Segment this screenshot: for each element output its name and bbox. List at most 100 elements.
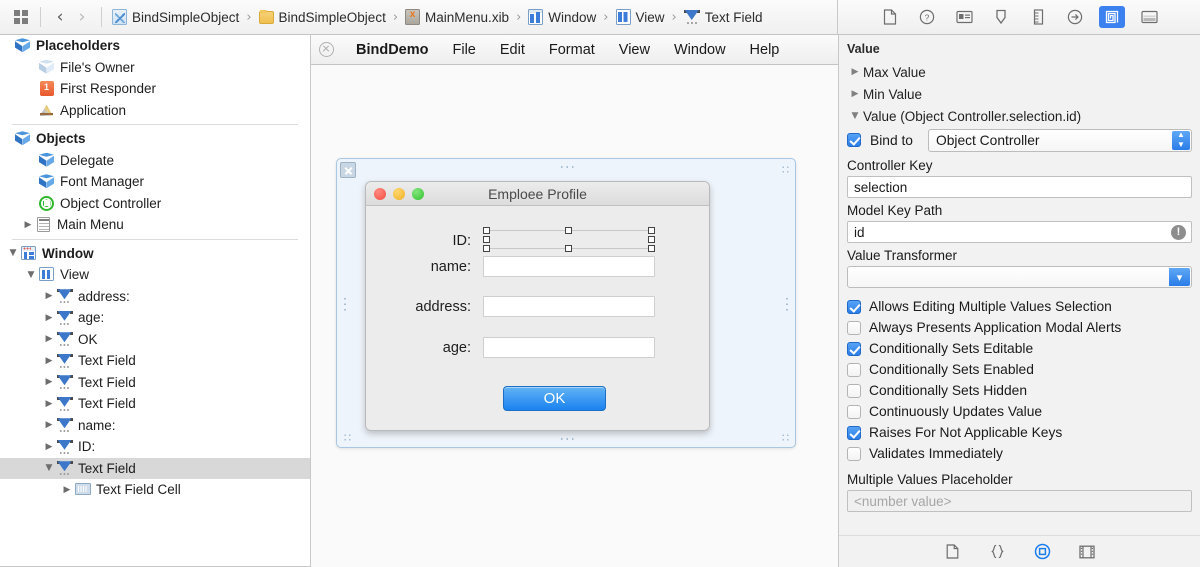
close-button-icon[interactable] bbox=[374, 188, 386, 200]
breadcrumb-item-project[interactable]: BindSimpleObject bbox=[110, 5, 241, 29]
chevron-down-icon[interactable]: ▾ bbox=[1169, 268, 1190, 286]
minimize-button-icon[interactable] bbox=[393, 188, 405, 200]
back-button[interactable]: ‹ bbox=[49, 5, 71, 29]
row-value-binding[interactable]: ▼ Value (Object Controller.selection.id) bbox=[839, 105, 1200, 127]
frame-grip-bottom-left[interactable] bbox=[343, 433, 351, 441]
media-library-icon[interactable] bbox=[1076, 541, 1098, 563]
chevron-down-icon[interactable]: ▼ bbox=[42, 461, 56, 475]
option-validates-immediately[interactable]: Validates Immediately bbox=[839, 443, 1200, 464]
bind-to-checkbox[interactable] bbox=[847, 133, 861, 147]
outline-item-name[interactable]: ▶ name: bbox=[0, 415, 310, 437]
row-max-value[interactable]: ▶ Max Value bbox=[839, 61, 1200, 83]
document-outline-sidebar[interactable]: Placeholders File's Owner First Responde… bbox=[0, 35, 311, 567]
bindings-inspector-icon[interactable] bbox=[1099, 6, 1125, 28]
chevron-right-icon[interactable]: ▶ bbox=[42, 418, 56, 432]
ok-button[interactable]: OK bbox=[503, 386, 606, 411]
outline-item-files-owner[interactable]: File's Owner bbox=[0, 57, 310, 79]
option-conditionally-sets-editable[interactable]: Conditionally Sets Editable bbox=[839, 338, 1200, 359]
checkbox[interactable] bbox=[847, 446, 861, 461]
chevron-down-icon[interactable]: ▼ bbox=[847, 111, 863, 121]
checkbox[interactable] bbox=[847, 362, 861, 377]
chevron-right-icon[interactable]: ▶ bbox=[60, 483, 74, 497]
outline-item-window[interactable]: ▼ Window bbox=[0, 243, 310, 265]
outline-item-font-manager[interactable]: Font Manager bbox=[0, 171, 310, 193]
frame-grip-bottom[interactable] bbox=[559, 437, 575, 441]
menu-item-help[interactable]: Help bbox=[738, 42, 792, 58]
attributes-inspector-icon[interactable] bbox=[988, 6, 1014, 28]
checkbox[interactable] bbox=[847, 320, 861, 335]
breadcrumb-item-folder[interactable]: BindSimpleObject bbox=[257, 5, 388, 29]
code-snippet-icon[interactable] bbox=[986, 541, 1008, 563]
file-template-icon[interactable] bbox=[941, 541, 963, 563]
outline-item-address[interactable]: ▶ address: bbox=[0, 286, 310, 308]
frame-close-badge-icon[interactable] bbox=[340, 162, 356, 178]
model-key-path-input[interactable]: id ! bbox=[847, 221, 1192, 243]
warning-icon[interactable]: ! bbox=[1171, 225, 1186, 240]
chevron-right-icon[interactable]: ▶ bbox=[21, 218, 35, 232]
object-library-icon[interactable] bbox=[1031, 541, 1053, 563]
size-inspector-icon[interactable] bbox=[1025, 6, 1051, 28]
outline-item-main-menu[interactable]: ▶ Main Menu bbox=[0, 214, 310, 236]
name-text-field[interactable] bbox=[483, 256, 655, 277]
checkbox[interactable] bbox=[847, 404, 861, 419]
bind-to-row[interactable]: Bind to Object Controller ▲ ▼ bbox=[839, 127, 1200, 153]
address-text-field[interactable] bbox=[483, 296, 655, 317]
outline-item-age[interactable]: ▶ age: bbox=[0, 307, 310, 329]
outline-item-application[interactable]: Application bbox=[0, 100, 310, 122]
outline-item-text-field-3[interactable]: ▶ Text Field bbox=[0, 393, 310, 415]
chevron-right-icon[interactable]: ▶ bbox=[847, 67, 863, 77]
outline-item-text-field-selected[interactable]: ▼ Text Field bbox=[0, 457, 310, 479]
outline-item-view[interactable]: ▼ View bbox=[0, 264, 310, 286]
connections-inspector-icon[interactable] bbox=[1062, 6, 1088, 28]
frame-grip-top-right[interactable] bbox=[781, 165, 789, 173]
file-inspector-icon[interactable] bbox=[877, 6, 903, 28]
chevron-right-icon[interactable]: ▶ bbox=[42, 354, 56, 368]
chevron-down-icon[interactable]: ▼ bbox=[6, 246, 20, 260]
close-icon[interactable] bbox=[319, 42, 334, 57]
menu-item-format[interactable]: Format bbox=[537, 42, 607, 58]
menu-item-view[interactable]: View bbox=[607, 42, 662, 58]
chevron-right-icon[interactable]: ▶ bbox=[42, 289, 56, 303]
chevron-right-icon[interactable]: ▶ bbox=[847, 89, 863, 99]
outline-item-object-controller[interactable]: Object Controller bbox=[0, 193, 310, 215]
bind-to-popup[interactable]: Object Controller ▲ ▼ bbox=[927, 128, 1192, 152]
zoom-button-icon[interactable] bbox=[412, 188, 424, 200]
menu-item-window[interactable]: Window bbox=[662, 42, 738, 58]
chevron-right-icon[interactable]: ▶ bbox=[42, 311, 56, 325]
multiple-values-placeholder-input[interactable]: <number value> bbox=[847, 490, 1192, 512]
outline-item-id[interactable]: ▶ ID: bbox=[0, 436, 310, 458]
row-min-value[interactable]: ▶ Min Value bbox=[839, 83, 1200, 105]
chevron-right-icon[interactable]: ▶ bbox=[42, 332, 56, 346]
design-canvas[interactable]: Emploee Profile ID: name: address: age: … bbox=[311, 65, 838, 567]
frame-grip-bottom-right[interactable] bbox=[781, 433, 789, 441]
menu-item-file[interactable]: File bbox=[441, 42, 488, 58]
menu-item-edit[interactable]: Edit bbox=[488, 42, 537, 58]
outline-group-objects[interactable]: Objects bbox=[0, 128, 310, 150]
outline-item-text-field-2[interactable]: ▶ Text Field bbox=[0, 372, 310, 394]
controller-key-input[interactable]: selection bbox=[847, 176, 1192, 198]
chevron-right-icon[interactable]: ▶ bbox=[42, 397, 56, 411]
identity-inspector-icon[interactable] bbox=[951, 6, 977, 28]
chevron-down-icon[interactable]: ▼ bbox=[24, 268, 38, 282]
quick-help-icon[interactable]: ? bbox=[914, 6, 940, 28]
chevron-right-icon[interactable]: ▶ bbox=[42, 375, 56, 389]
checkbox[interactable] bbox=[847, 341, 861, 356]
breadcrumb-item-view[interactable]: View bbox=[614, 5, 667, 29]
frame-grip-left[interactable] bbox=[343, 296, 347, 312]
menu-item-app[interactable]: BindDemo bbox=[344, 42, 441, 58]
view-effects-icon[interactable] bbox=[1136, 6, 1162, 28]
chevron-right-icon[interactable]: ▶ bbox=[42, 440, 56, 454]
frame-grip-right[interactable] bbox=[785, 296, 789, 312]
outline-item-delegate[interactable]: Delegate bbox=[0, 150, 310, 172]
forward-button[interactable]: › bbox=[71, 5, 93, 29]
option-conditionally-sets-enabled[interactable]: Conditionally Sets Enabled bbox=[839, 359, 1200, 380]
stepper-icon[interactable]: ▲ ▼ bbox=[1172, 130, 1190, 150]
outline-group-placeholders[interactable]: Placeholders bbox=[0, 35, 310, 57]
employee-profile-window[interactable]: Emploee Profile ID: name: address: age: … bbox=[365, 181, 710, 431]
outline-item-text-field-cell[interactable]: ▶ Text Field Cell bbox=[0, 479, 310, 501]
grid-icon[interactable] bbox=[10, 6, 32, 28]
outline-item-ok[interactable]: ▶ OK bbox=[0, 329, 310, 351]
id-text-field-selected[interactable] bbox=[483, 227, 655, 252]
option-allows-editing-multiple[interactable]: Allows Editing Multiple Values Selection bbox=[839, 296, 1200, 317]
option-conditionally-sets-hidden[interactable]: Conditionally Sets Hidden bbox=[839, 380, 1200, 401]
